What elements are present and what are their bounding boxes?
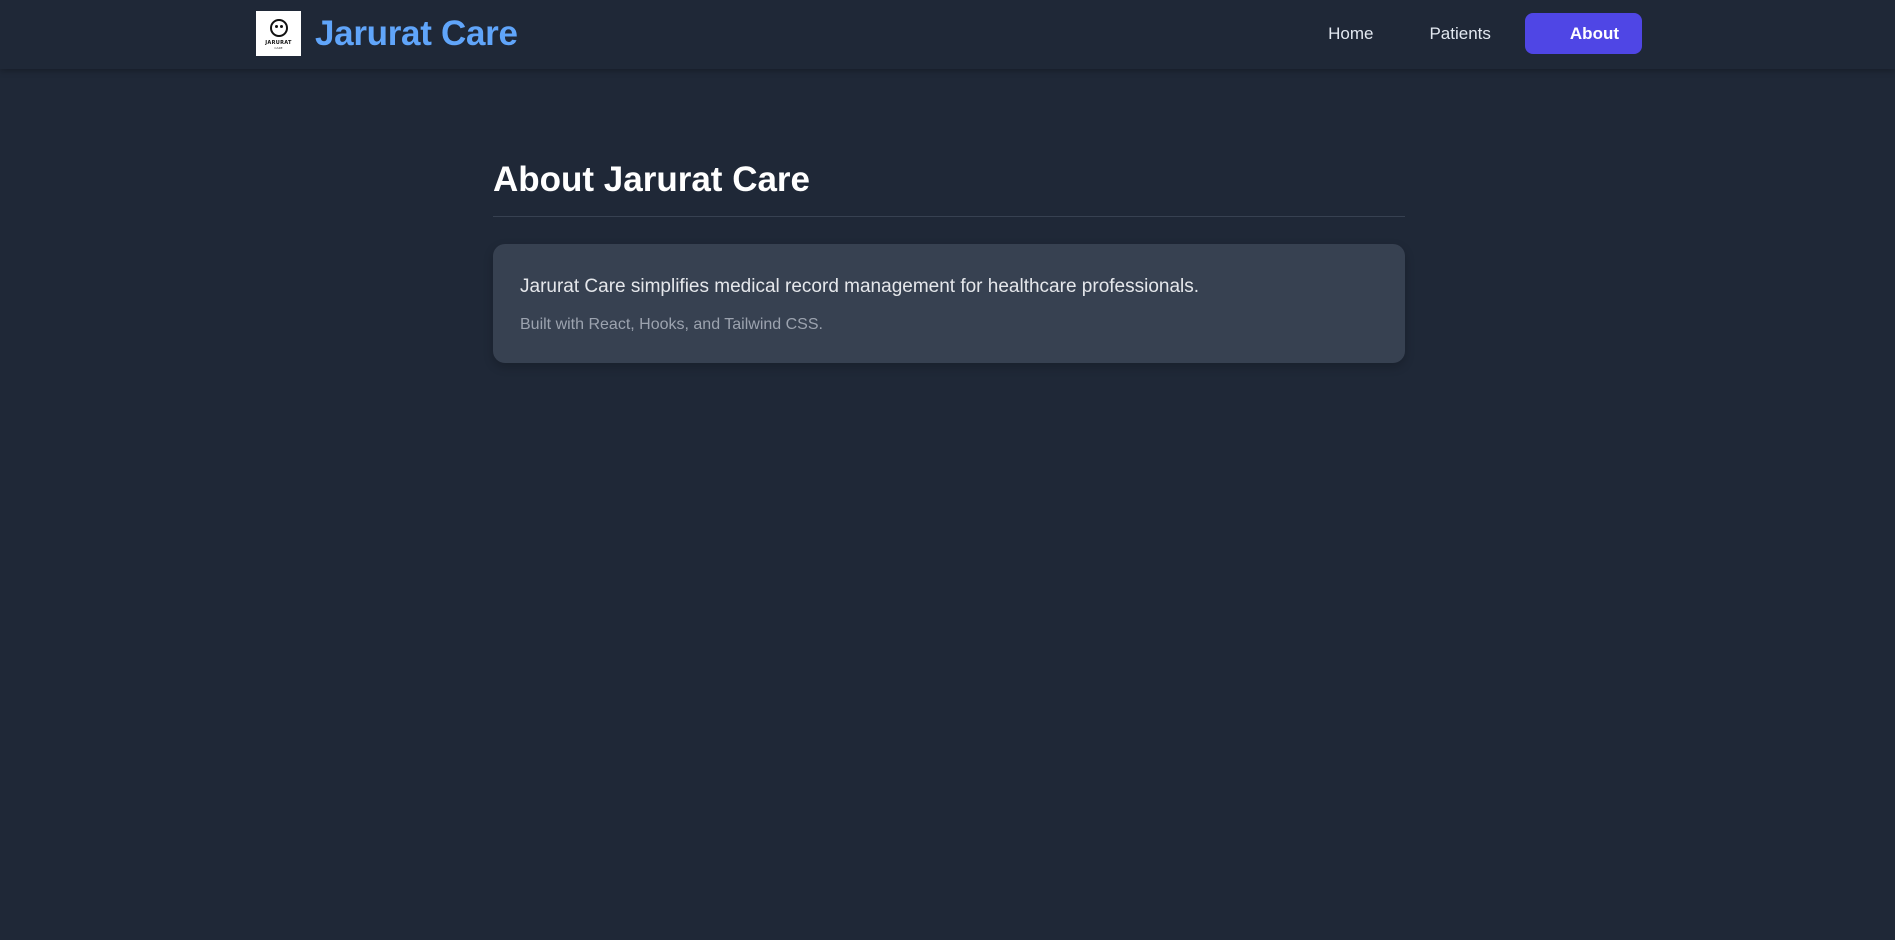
tech-stack-note: Built with React, Hooks, and Tailwind CS…: [520, 316, 823, 333]
nav-about[interactable]: About: [1524, 13, 1642, 54]
main-content: About Jarurat Care Jarurat Care simplifi…: [493, 160, 1405, 363]
smiley-face-icon: [269, 19, 288, 37]
nav-home[interactable]: Home: [1306, 13, 1395, 54]
about-description: Jarurat Care simplifies medical record m…: [520, 276, 1200, 297]
nav-patients[interactable]: Patients: [1407, 13, 1512, 54]
main-nav: Home Patients About: [1294, 13, 1642, 54]
navbar: JARURAT CARE Jarurat Care Home Patients …: [0, 0, 1895, 69]
logo: JARURAT CARE: [256, 11, 301, 56]
brand[interactable]: JARURAT CARE Jarurat Care: [256, 11, 518, 56]
page-title: About Jarurat Care: [493, 160, 1405, 217]
logo-subtext: CARE: [274, 46, 283, 50]
brand-name[interactable]: Jarurat Care: [315, 14, 518, 54]
about-card: Jarurat Care simplifies medical record m…: [493, 244, 1405, 363]
